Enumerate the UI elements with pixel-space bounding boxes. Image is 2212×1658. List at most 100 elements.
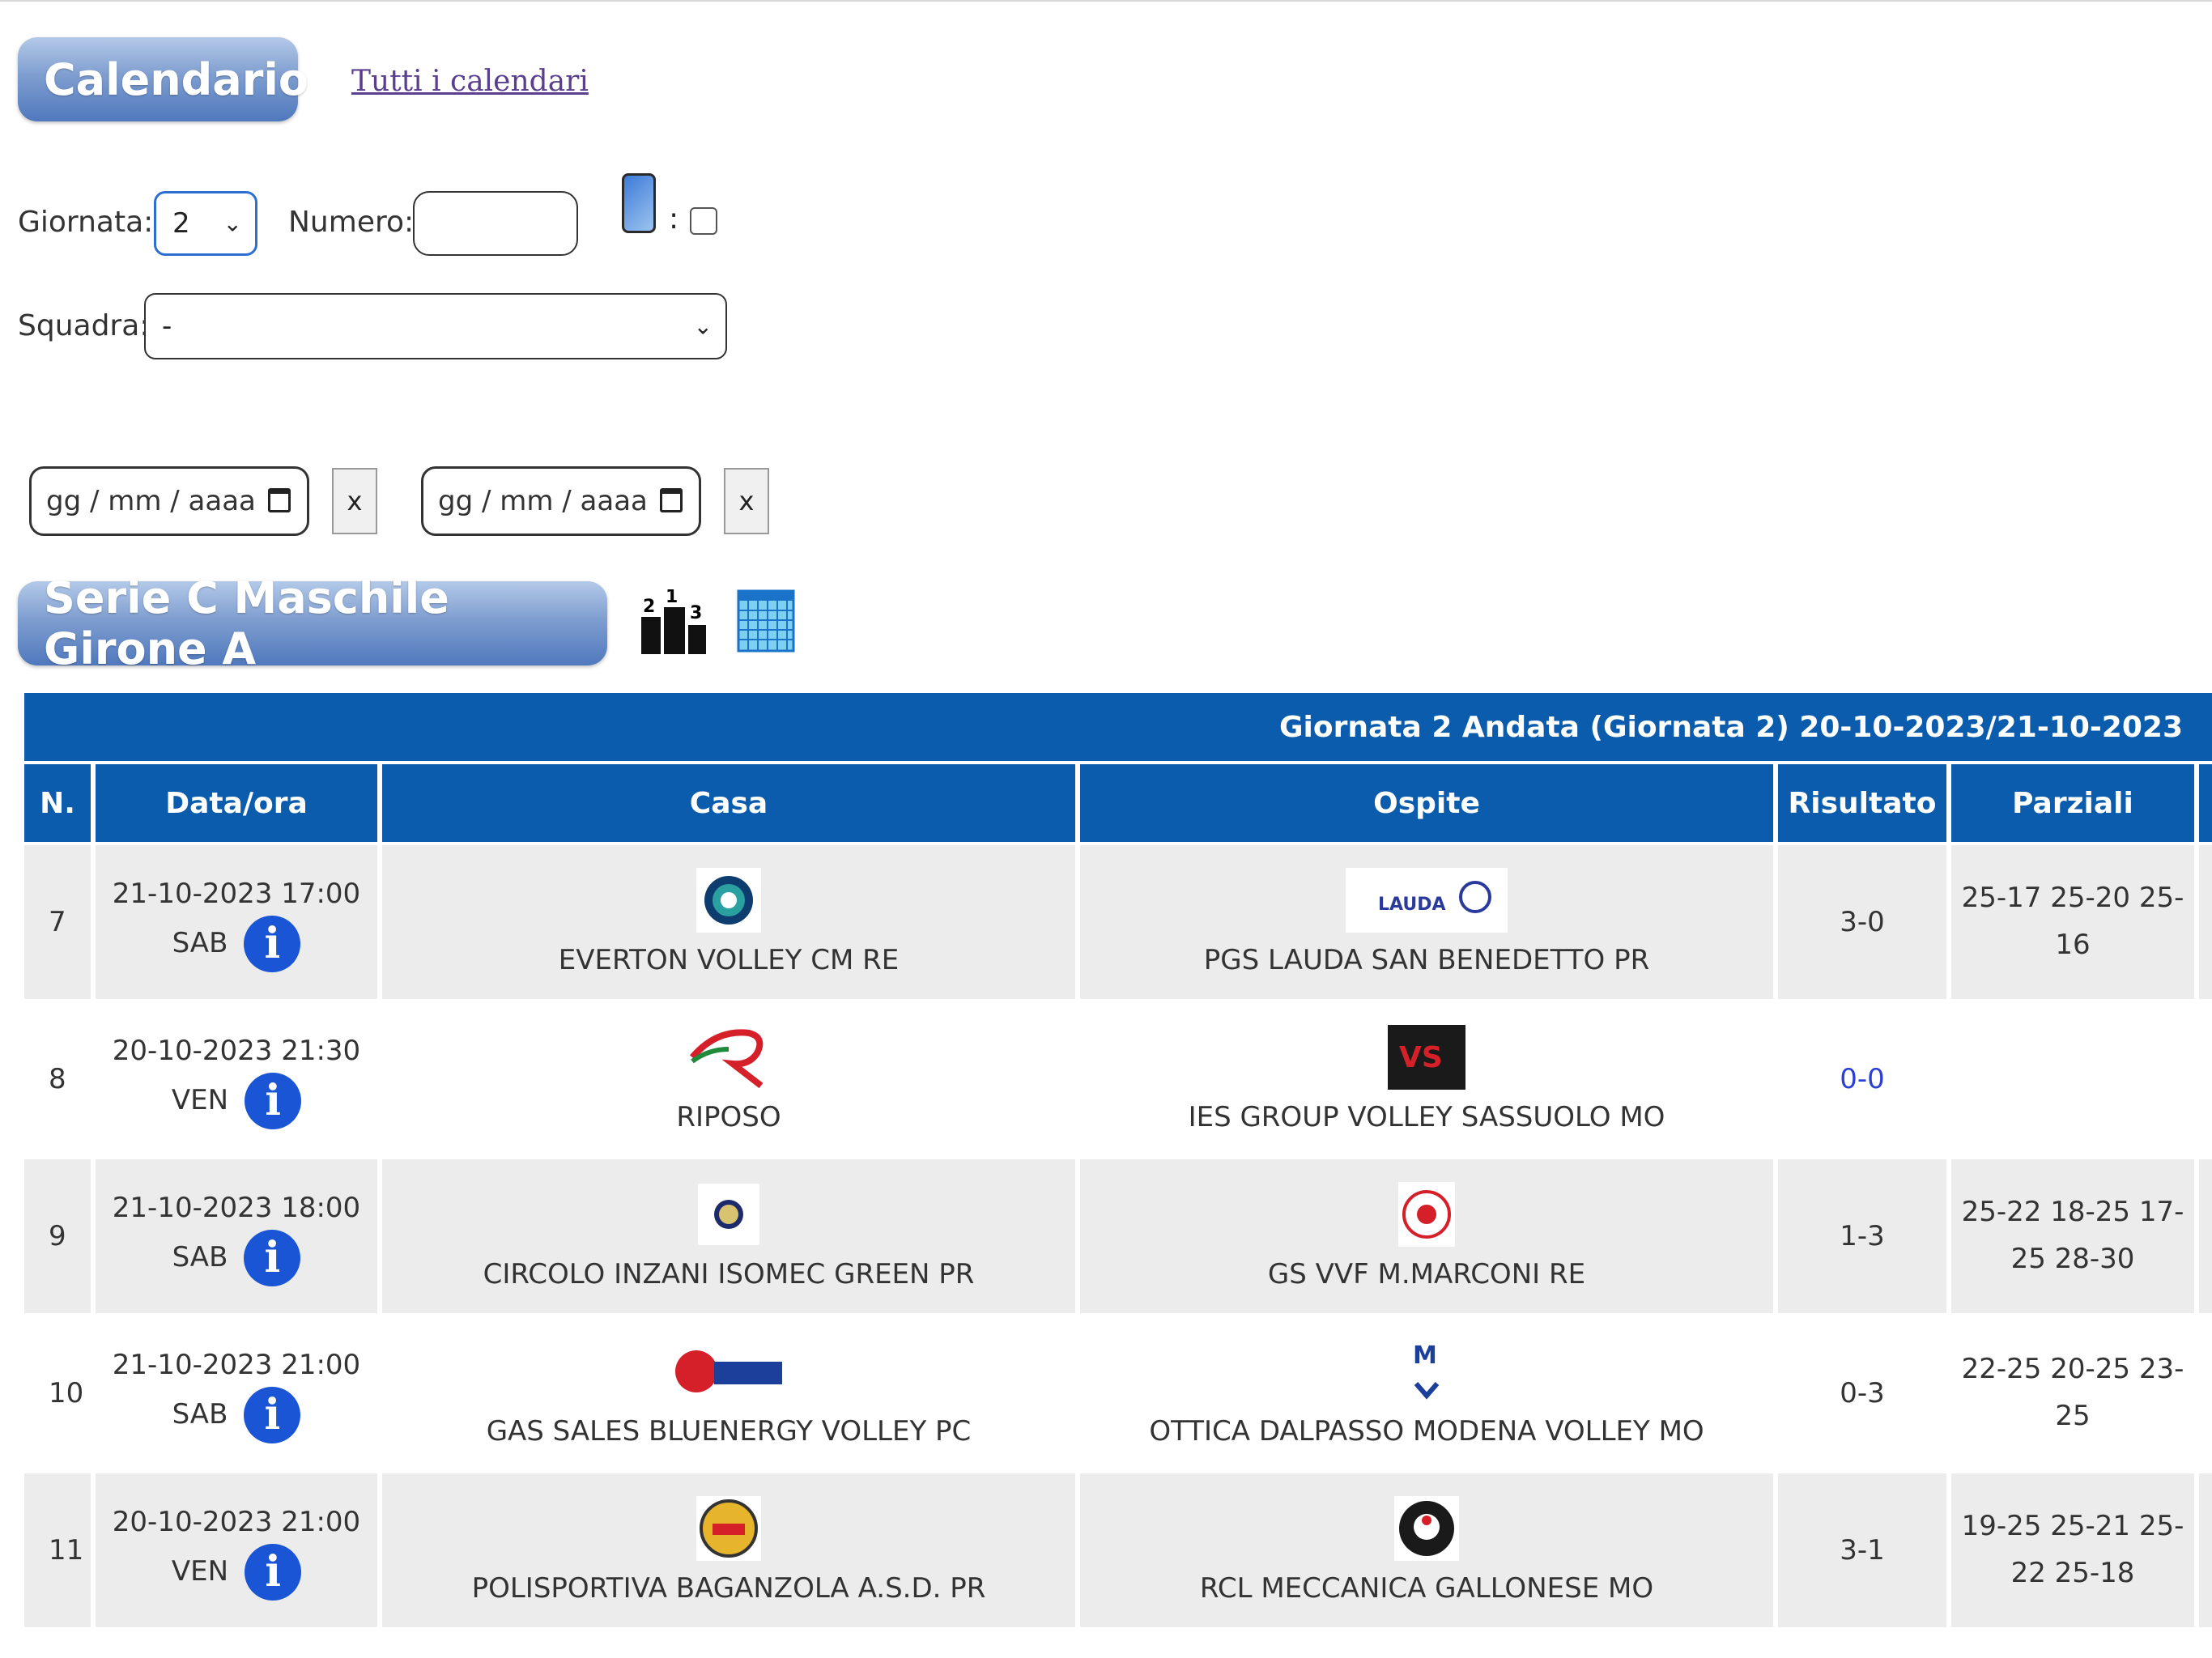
col-header-datetime: Data/ora <box>96 764 377 842</box>
table-row: 8 20-10-2023 21:30 VEN i RIPOSO VS IES GR… <box>24 1002 2212 1156</box>
match-result: 1-3 <box>1778 1159 1946 1313</box>
col-header-extra <box>2199 764 2212 842</box>
numero-input[interactable] <box>413 191 578 256</box>
team-logo <box>698 1184 759 1245</box>
info-icon[interactable]: i <box>245 1544 302 1601</box>
svg-text:LAUDA: LAUDA <box>1378 895 1446 915</box>
sets-line-2: 25 28-30 <box>2010 1243 2135 1275</box>
phone-icon <box>622 173 656 233</box>
squadra-select[interactable]: - ⌄ <box>144 293 727 359</box>
numero-label: Numero: <box>288 206 415 239</box>
col-header-home: Casa <box>382 764 1075 842</box>
away-team[interactable]: IES GROUP VOLLEY SASSUOLO MO <box>1080 1101 1773 1133</box>
team-logo <box>1398 1182 1455 1247</box>
match-result: 3-1 <box>1778 1473 1946 1627</box>
team-logo <box>696 1496 761 1561</box>
date-from-input[interactable]: gg / mm / aaaa <box>29 466 309 536</box>
info-icon[interactable]: i <box>245 1073 302 1130</box>
team-logo <box>684 1025 773 1090</box>
top-border <box>0 0 2212 2</box>
col-header-sets: Parziali <box>1951 764 2194 842</box>
match-result: 3-0 <box>1778 845 1946 999</box>
round-banner: Giornata 2 Andata (Giornata 2) 20-10-202… <box>24 693 2212 761</box>
match-datetime: 21-10-2023 17:00 <box>112 877 361 910</box>
svg-text:1: 1 <box>666 589 678 607</box>
clear-date-to-button[interactable]: x <box>724 468 769 534</box>
table-row: 7 21-10-2023 17:00 SAB i EVERTON VOLLEY C… <box>24 845 2212 999</box>
match-datetime: 20-10-2023 21:30 <box>112 1034 361 1067</box>
svg-text:3: 3 <box>690 603 702 623</box>
sets-line-2: 25 <box>2055 1400 2091 1432</box>
match-datetime: 21-10-2023 21:00 <box>112 1348 361 1381</box>
giornata-label: Giornata: <box>18 206 154 239</box>
col-header-n: N. <box>24 764 91 842</box>
home-team[interactable]: POLISPORTIVA BAGANZOLA A.S.D. PR <box>382 1572 1075 1605</box>
team-logo: LAUDA <box>1346 868 1508 933</box>
svg-text:2: 2 <box>643 597 655 617</box>
calendar-grid-icon[interactable] <box>737 589 795 653</box>
match-result[interactable]: 0-0 <box>1778 1002 1946 1156</box>
match-day: SAB <box>172 1240 228 1273</box>
date-to-placeholder: gg / mm / aaaa <box>438 485 648 517</box>
svg-text:VS: VS <box>1399 1041 1443 1074</box>
info-icon[interactable]: i <box>244 1387 301 1444</box>
col-header-away: Ospite <box>1080 764 1773 842</box>
giornata-value: 2 <box>172 207 190 240</box>
home-team[interactable]: GAS SALES BLUENERGY VOLLEY PC <box>382 1415 1075 1448</box>
all-calendars-link[interactable]: Tutti i calendari <box>351 65 589 98</box>
match-day: VEN <box>171 1083 229 1116</box>
sets-line-2: 16 <box>2055 929 2091 961</box>
away-team[interactable]: OTTICA DALPASSO MODENA VOLLEY MO <box>1080 1415 1773 1448</box>
away-team[interactable]: GS VVF M.MARCONI RE <box>1080 1258 1773 1290</box>
match-number: 9 <box>24 1159 91 1313</box>
chevron-down-icon: ⌄ <box>223 210 242 237</box>
sets-line-1: 22-25 20-25 23- <box>1961 1353 2184 1386</box>
team-logo: M <box>1398 1339 1455 1404</box>
calendar-icon[interactable] <box>268 488 291 512</box>
info-icon[interactable]: i <box>244 1230 301 1287</box>
home-team[interactable]: EVERTON VOLLEY CM RE <box>382 944 1075 976</box>
col-header-result: Risultato <box>1778 764 1946 842</box>
svg-text:M: M <box>1413 1341 1437 1370</box>
chevron-down-icon: ⌄ <box>693 312 713 340</box>
table-row: 11 20-10-2023 21:00 VEN i POLISPORTIVA BA… <box>24 1473 2212 1627</box>
table-row: 10 21-10-2023 21:00 SAB i GAS SALES BLUEN… <box>24 1316 2212 1470</box>
date-from-placeholder: gg / mm / aaaa <box>46 485 256 517</box>
match-datetime: 20-10-2023 21:00 <box>112 1505 361 1538</box>
sets-line-2: 22 25-18 <box>2010 1557 2135 1589</box>
match-number: 7 <box>24 845 91 999</box>
date-to-input[interactable]: gg / mm / aaaa <box>421 466 701 536</box>
calendar-icon[interactable] <box>660 488 683 512</box>
page-title: Calendario <box>18 37 308 121</box>
away-team[interactable]: RCL MECCANICA GALLONESE MO <box>1080 1572 1773 1605</box>
sets-line-1: 25-17 25-20 25- <box>1961 882 2184 915</box>
giornata-select[interactable]: 2 ⌄ <box>154 191 257 256</box>
match-datetime: 21-10-2023 18:00 <box>112 1191 361 1224</box>
clear-date-from-button[interactable]: x <box>332 468 377 534</box>
table-row: 9 21-10-2023 18:00 SAB i CIRCOLO INZANI I… <box>24 1159 2212 1313</box>
home-team[interactable]: RIPOSO <box>382 1101 1075 1133</box>
section-title: Serie C Maschile Girone A <box>18 572 607 674</box>
match-day: VEN <box>171 1554 229 1588</box>
info-icon[interactable]: i <box>244 916 301 973</box>
match-number: 11 <box>24 1473 91 1627</box>
podium-icon[interactable]: 2 1 3 <box>640 589 708 654</box>
match-day: SAB <box>172 1397 228 1431</box>
team-logo: VS <box>1388 1025 1465 1090</box>
mobile-colon: : <box>669 202 679 236</box>
squadra-label: Squadra: <box>18 309 150 342</box>
away-team[interactable]: PGS LAUDA SAN BENEDETTO PR <box>1080 944 1773 976</box>
home-team[interactable]: CIRCOLO INZANI ISOMEC GREEN PR <box>382 1258 1075 1290</box>
match-number: 8 <box>24 1002 91 1156</box>
match-result: 0-3 <box>1778 1316 1946 1470</box>
calendar-table: Giornata 2 Andata (Giornata 2) 20-10-202… <box>19 690 2212 1630</box>
sets-line-1: 19-25 25-21 25- <box>1961 1510 2184 1543</box>
sets-line-1: 25-22 18-25 17- <box>1961 1196 2184 1229</box>
team-logo <box>1394 1496 1459 1561</box>
team-logo <box>672 1339 785 1404</box>
mobile-checkbox[interactable] <box>690 207 717 235</box>
team-logo <box>696 868 761 933</box>
match-number: 10 <box>24 1316 91 1470</box>
match-day: SAB <box>172 926 228 959</box>
squadra-value: - <box>162 310 172 342</box>
